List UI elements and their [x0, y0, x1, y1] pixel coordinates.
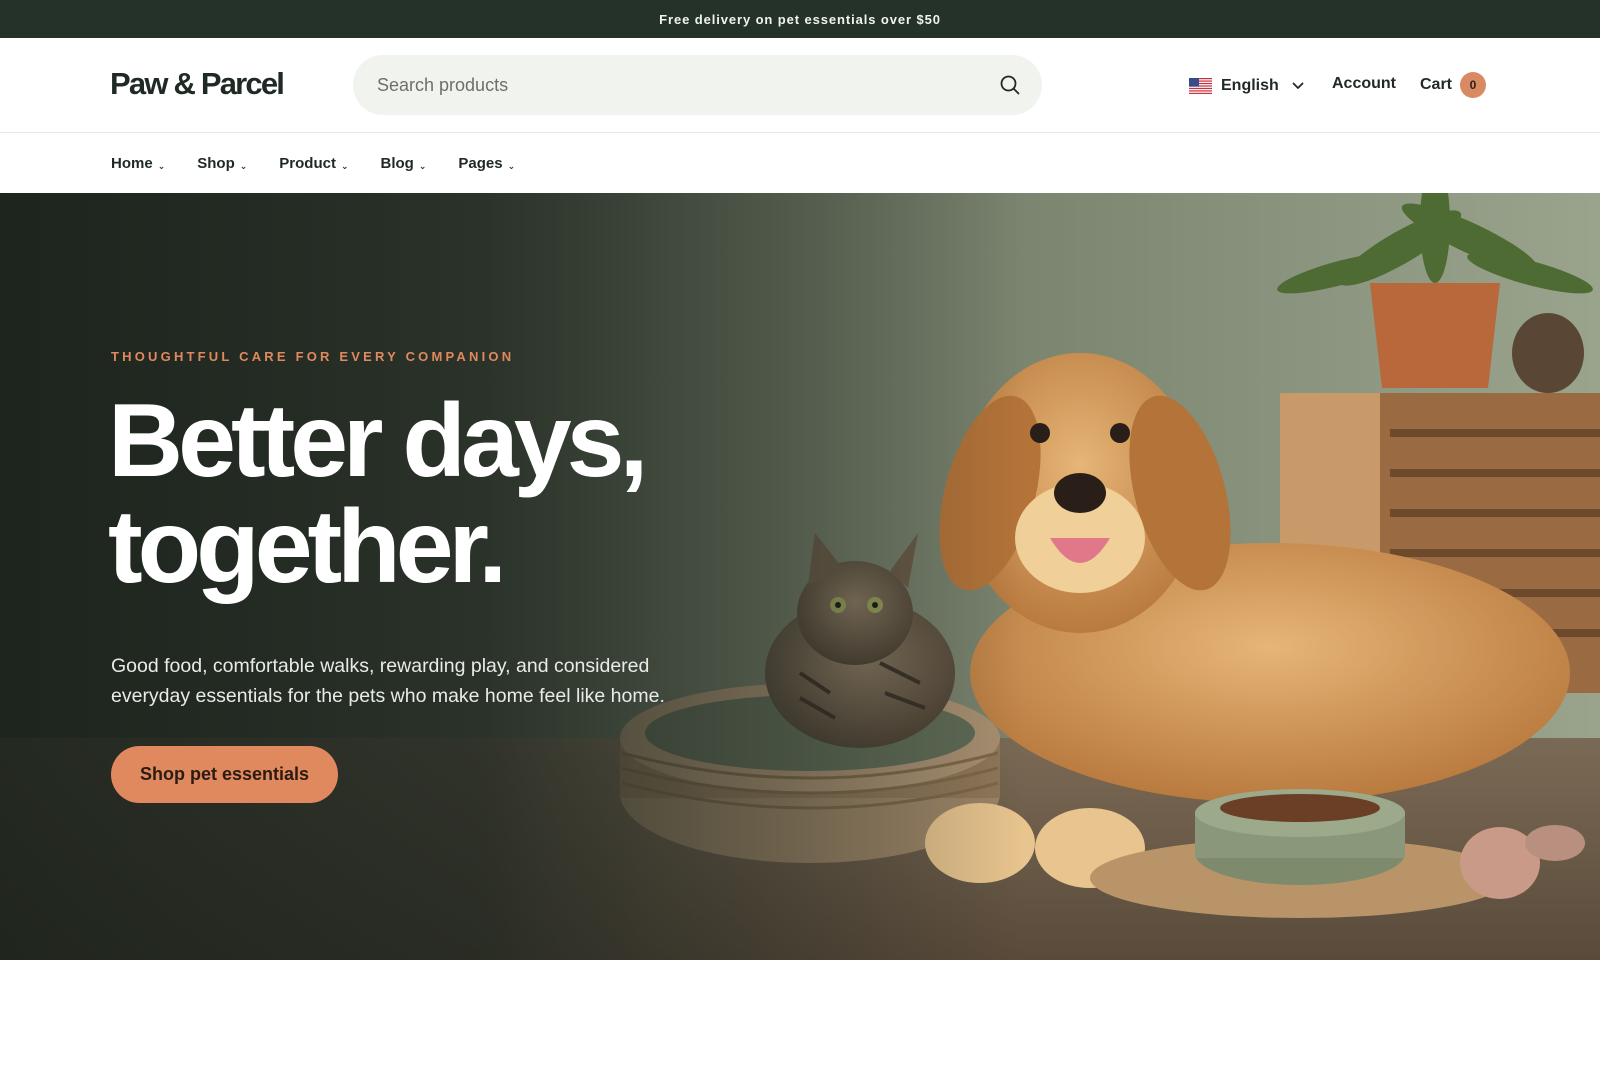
nav-item-label: Product — [279, 155, 336, 172]
nav-item-label: Shop — [197, 155, 235, 172]
search-button[interactable] — [992, 67, 1028, 103]
store-logo[interactable]: Paw & Parcel — [110, 66, 285, 102]
language-label: English — [1221, 77, 1279, 94]
nav-item-blog[interactable]: Blog ⌄ — [381, 155, 427, 172]
hero-headline-line1: Better days, — [108, 383, 648, 499]
search-input[interactable] — [377, 55, 957, 115]
search-icon — [1000, 75, 1020, 95]
chevron-down-icon: ⌄ — [507, 160, 516, 171]
cart-label: Cart — [1420, 76, 1453, 93]
main-navigation: Home ⌄ Shop ⌄ Product ⌄ Blog ⌄ Pages ⌄ — [0, 134, 1600, 193]
language-selector[interactable]: English — [1189, 74, 1304, 98]
nav-item-label: Blog — [380, 155, 414, 172]
account-link[interactable]: Account — [1332, 75, 1396, 93]
nav-item-shop[interactable]: Shop ⌄ — [197, 155, 247, 172]
us-flag-icon — [1189, 78, 1212, 94]
nav-item-home[interactable]: Home ⌄ — [111, 155, 165, 172]
hero-headline: Better days, together. — [108, 388, 808, 600]
chevron-down-icon: ⌄ — [340, 160, 349, 171]
nav-item-label: Pages — [458, 155, 503, 172]
nav-item-product[interactable]: Product ⌄ — [279, 155, 348, 172]
site-header: Paw & Parcel English Account Cart — [0, 38, 1600, 133]
hero-banner: THOUGHTFUL CARE FOR EVERY COMPANION Bett… — [0, 193, 1600, 960]
chevron-down-icon: ⌄ — [418, 160, 427, 171]
shop-pet-essentials-button[interactable]: Shop pet essentials — [111, 746, 338, 803]
chevron-down-icon: ⌄ — [157, 160, 166, 171]
hero-subcopy: Good food, comfortable walks, rewarding … — [111, 651, 681, 711]
hero-headline-line2: together. — [108, 489, 507, 605]
hero-subcopy-line1: Good food, comfortable walks, rewarding … — [111, 655, 650, 677]
announcement-bar: Free delivery on pet essentials over $50 — [0, 0, 1600, 38]
hero-eyebrow: THOUGHTFUL CARE FOR EVERY COMPANION — [111, 349, 515, 364]
chevron-down-icon — [1292, 82, 1304, 89]
chevron-down-icon: ⌄ — [239, 160, 248, 171]
nav-item-pages[interactable]: Pages ⌄ — [458, 155, 515, 172]
cart-link[interactable]: Cart 0 — [1420, 71, 1487, 99]
search-bar — [353, 55, 1042, 115]
cart-count-badge: 0 — [1460, 72, 1487, 98]
nav-item-label: Home — [111, 155, 153, 172]
announcement-text: Free delivery on pet essentials over $50 — [659, 11, 941, 27]
hero-subcopy-line2: everyday essentials for the pets who mak… — [111, 685, 665, 707]
